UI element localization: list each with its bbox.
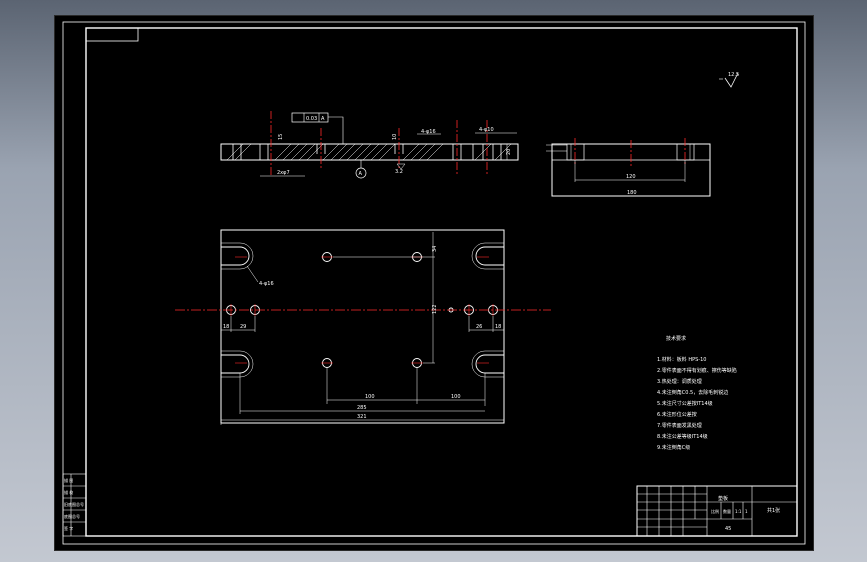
roughness-symbol: 12.5 — [719, 72, 739, 88]
plan-dim-left-pitch: 29 — [240, 324, 246, 330]
roughness-value: 12.5 — [728, 72, 739, 78]
side-dim-overall: 180 — [627, 190, 637, 196]
inner-border — [85, 27, 798, 537]
stamp-1: 描 图 — [64, 477, 73, 483]
plan-dim-holes-left: 100 — [365, 394, 375, 400]
plan-dim-top-offset: 34 — [432, 246, 438, 252]
stamp-2: 描 校 — [64, 489, 73, 495]
title-field-c: 1 — [745, 509, 748, 514]
dim-height: 20 — [506, 149, 512, 155]
plan-dim-left-small: 18 — [223, 324, 229, 330]
dim-bottom-left: 2xφ7 — [277, 170, 290, 176]
note-4: 4.未注倒角C0.5，去除毛刺锐边 — [657, 389, 728, 396]
title-field-a: 比例 — [711, 508, 719, 514]
side-dim-inner: 120 — [626, 174, 636, 180]
stamp-5: 签 字 — [64, 525, 73, 531]
note-8: 8.未注公差等级IT14级 — [657, 433, 708, 440]
dim-small-mid: 10 — [392, 134, 398, 140]
drawing-number-box — [85, 27, 139, 42]
section-hatching — [226, 143, 512, 161]
plan-dim-vertical: 122 — [432, 304, 438, 314]
note-1: 1.材料：板料 HPS-10 — [657, 356, 706, 363]
plan-dim-inner-width: 285 — [357, 405, 367, 411]
datum-circle-label: A — [359, 171, 363, 177]
note-9: 9.未注倒角C级 — [657, 444, 690, 451]
side-view: 120 180 — [546, 138, 711, 197]
title-sheet: 共1张 — [767, 507, 780, 514]
notes-heading: 技术要求 — [666, 335, 686, 342]
stamp-4: 底图总号 — [64, 513, 80, 519]
title-scale: 1:1 — [735, 509, 742, 514]
flatness-value: 0.03 — [306, 116, 317, 122]
plan-view: 4-φ16 122 34 18 29 26 18 100 100 285 321 — [175, 229, 551, 425]
note-5: 5.未注尺寸公差按IT14级 — [657, 400, 713, 407]
note-3: 3.热处理：调质处理 — [657, 378, 702, 385]
dim-small-left: 15 — [278, 134, 284, 140]
plan-dim-right-pitch: 26 — [476, 324, 482, 330]
datum-ref: A — [321, 116, 325, 122]
title-field-b: 数量 — [723, 508, 731, 514]
plan-dim-right-small: 18 — [495, 324, 501, 330]
cad-viewport[interactable]: 12.5 0.03 A A 4-φ16 4-φ10 20 2xφ7 3.2 15… — [54, 15, 814, 551]
plan-dim-overall-width: 321 — [357, 414, 367, 420]
note-2: 2.零件表面不得有划痕、擦伤等缺陷 — [657, 367, 737, 374]
plan-slot-label: 4-φ16 — [259, 281, 274, 287]
note-6: 6.未注形位公差按 — [657, 411, 697, 418]
title-material: 45 — [725, 526, 731, 532]
plan-dim-holes-right: 100 — [451, 394, 461, 400]
stamp-3: 旧底图总号 — [64, 501, 84, 507]
roughness-small: 3.2 — [395, 169, 403, 175]
technical-notes: 技术要求 1.材料：板料 HPS-10 2.零件表面不得有划痕、擦伤等缺陷 3.… — [657, 335, 737, 451]
drawing-sheet: 12.5 0.03 A A 4-φ16 4-φ10 20 2xφ7 3.2 15… — [62, 21, 806, 545]
note-7: 7.零件表面发黑处理 — [657, 422, 702, 429]
outer-border — [62, 21, 806, 545]
dim-top-right: 4-φ10 — [479, 127, 494, 133]
title-drawing-name: 垫板 — [718, 495, 728, 502]
section-view: 0.03 A A 4-φ16 4-φ10 20 2xφ7 3.2 15 10 — [220, 111, 519, 179]
